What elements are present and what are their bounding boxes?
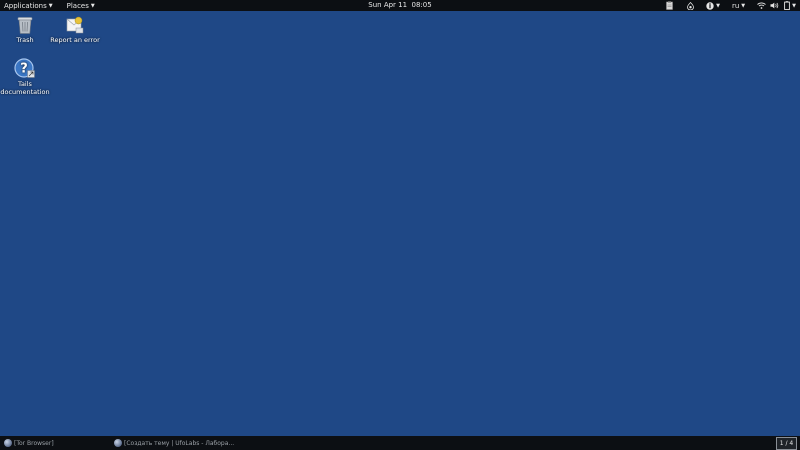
network-indicator[interactable] <box>755 0 768 11</box>
onion-icon <box>687 1 694 10</box>
taskbar-item-label: [Создать тему | UfoLabs - Лабора... <box>124 439 235 447</box>
trash-icon <box>17 17 33 34</box>
chevron-down-icon: ▼ <box>48 2 53 9</box>
applications-menu-label: Applications <box>4 1 47 10</box>
volume-indicator[interactable] <box>768 0 781 11</box>
places-menu[interactable]: Places ▼ <box>63 0 99 11</box>
places-menu-label: Places <box>66 1 89 10</box>
help-icon: ? <box>14 58 35 78</box>
system-tray: ▼ ru ▼ ▼ <box>662 0 800 11</box>
desktop-icon-label: Report an error <box>50 36 100 44</box>
desktop-icon-label: Trash <box>16 36 34 44</box>
clipboard-icon <box>666 1 673 10</box>
bottom-panel: [Tor Browser] [Создать тему | UfoLabs - … <box>0 436 800 450</box>
workspace-switcher[interactable]: 1 / 4 <box>776 437 797 450</box>
volume-icon <box>770 2 779 9</box>
desktop[interactable]: Trash Report an error ? Tails documentat… <box>0 11 800 436</box>
chevron-down-icon: ▼ <box>90 2 95 9</box>
chevron-down-icon: ▼ <box>741 2 746 9</box>
keyboard-layout-label: ru <box>731 1 740 10</box>
desktop-icon-label: Tails documentation <box>0 80 50 96</box>
wifi-icon <box>757 2 766 9</box>
keyboard-layout-menu[interactable]: ru ▼ <box>728 0 755 11</box>
desktop-icon-report-error[interactable]: Report an error <box>45 15 105 44</box>
applications-menu[interactable]: Applications ▼ <box>0 0 57 11</box>
clipboard-indicator[interactable] <box>662 0 683 11</box>
tor-status-indicator[interactable] <box>683 0 702 11</box>
battery-icon <box>784 1 790 10</box>
taskbar-item-label: [Tor Browser] <box>14 439 54 447</box>
svg-text:?: ? <box>20 62 28 77</box>
power-menu[interactable]: ▼ <box>781 0 800 11</box>
desktop-icon-tails-documentation[interactable]: ? Tails documentation <box>0 58 55 96</box>
chevron-down-icon: ▼ <box>792 2 796 9</box>
chevron-down-icon: ▼ <box>716 2 720 9</box>
clock[interactable]: Sun Apr 11 08:05 <box>368 1 431 9</box>
accessibility-icon <box>706 1 714 10</box>
taskbar-item-browser-window[interactable]: [Создать тему | UfoLabs - Лабора... <box>114 436 264 450</box>
report-error-icon <box>66 16 84 34</box>
accessibility-menu[interactable]: ▼ <box>702 0 728 11</box>
taskbar-item-tor-browser[interactable]: [Tor Browser] <box>4 436 104 450</box>
tor-browser-icon <box>4 439 12 447</box>
tor-browser-icon <box>114 439 122 447</box>
top-panel: Applications ▼ Places ▼ Sun Apr 11 08:05 <box>0 0 800 11</box>
